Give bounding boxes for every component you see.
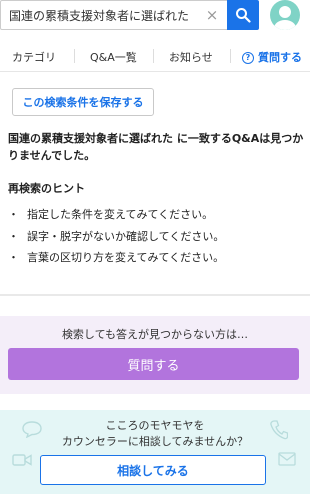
nav-separator [74, 49, 75, 63]
search-icon [236, 8, 251, 23]
avatar-icon [274, 6, 296, 30]
bullet: ・ [8, 230, 19, 243]
main-nav: カテゴリ Q&A一覧 お知らせ ? 質問する [0, 40, 310, 72]
ask-prompt-message: 検索しても答えが見つからない方は… [61, 328, 249, 341]
bullet: ・ [8, 251, 19, 264]
nav-ask-label: 質問する [258, 51, 302, 64]
clear-icon[interactable]: × [204, 6, 220, 24]
nav-separator [153, 49, 154, 63]
save-search-button[interactable]: この検索条件を保存する [12, 88, 154, 116]
header: × [0, 0, 310, 36]
hint-item: ・指定した条件を変えてみてください。 [8, 206, 213, 222]
nav-item-category[interactable]: カテゴリ [12, 49, 56, 65]
search-button[interactable] [227, 0, 259, 30]
ask-question-button[interactable]: 質問する [8, 348, 299, 380]
counselor-message-line2: カウンセラーに相談してみませんか？ [61, 435, 249, 448]
hint-text: 言葉の区切り方を変えてみてください。 [27, 251, 225, 264]
nav-item-qa-list[interactable]: Q&A一覧 [90, 49, 137, 65]
question-icon: ? [242, 52, 254, 64]
bullet: ・ [8, 208, 19, 221]
nav-separator [230, 49, 231, 63]
nav-item-ask[interactable]: ? 質問する [242, 49, 302, 65]
no-result-message: 国連の累積支援対象者に選ばれた に一致するQ&Aは見つかりませんでした。 [8, 132, 304, 162]
mail-icon [278, 452, 296, 466]
divider [0, 294, 310, 296]
counselor-message: こころのモヤモヤを カウンセラーに相談してみませんか？ [0, 418, 310, 450]
hints-title: 再検索のヒント [8, 182, 85, 195]
video-icon [12, 454, 32, 466]
hint-text: 指定した条件を変えてみてください。 [27, 208, 214, 221]
nav-item-news[interactable]: お知らせ [169, 49, 213, 65]
consult-button[interactable]: 相談してみる [40, 455, 266, 485]
search-input[interactable] [9, 1, 207, 29]
avatar[interactable] [270, 0, 300, 30]
search-box: × [0, 0, 259, 30]
hint-text: 誤字・脱字がないか確認してください。 [27, 230, 225, 243]
hint-item: ・誤字・脱字がないか確認してください。 [8, 228, 224, 244]
hint-item: ・言葉の区切り方を変えてみてください。 [8, 249, 224, 265]
counselor-box: こころのモヤモヤを カウンセラーに相談してみませんか？ 相談してみる [0, 410, 310, 494]
ask-prompt-box: 検索しても答えが見つからない方は… 質問する [0, 316, 310, 394]
counselor-message-line1: こころのモヤモヤを [105, 419, 205, 432]
